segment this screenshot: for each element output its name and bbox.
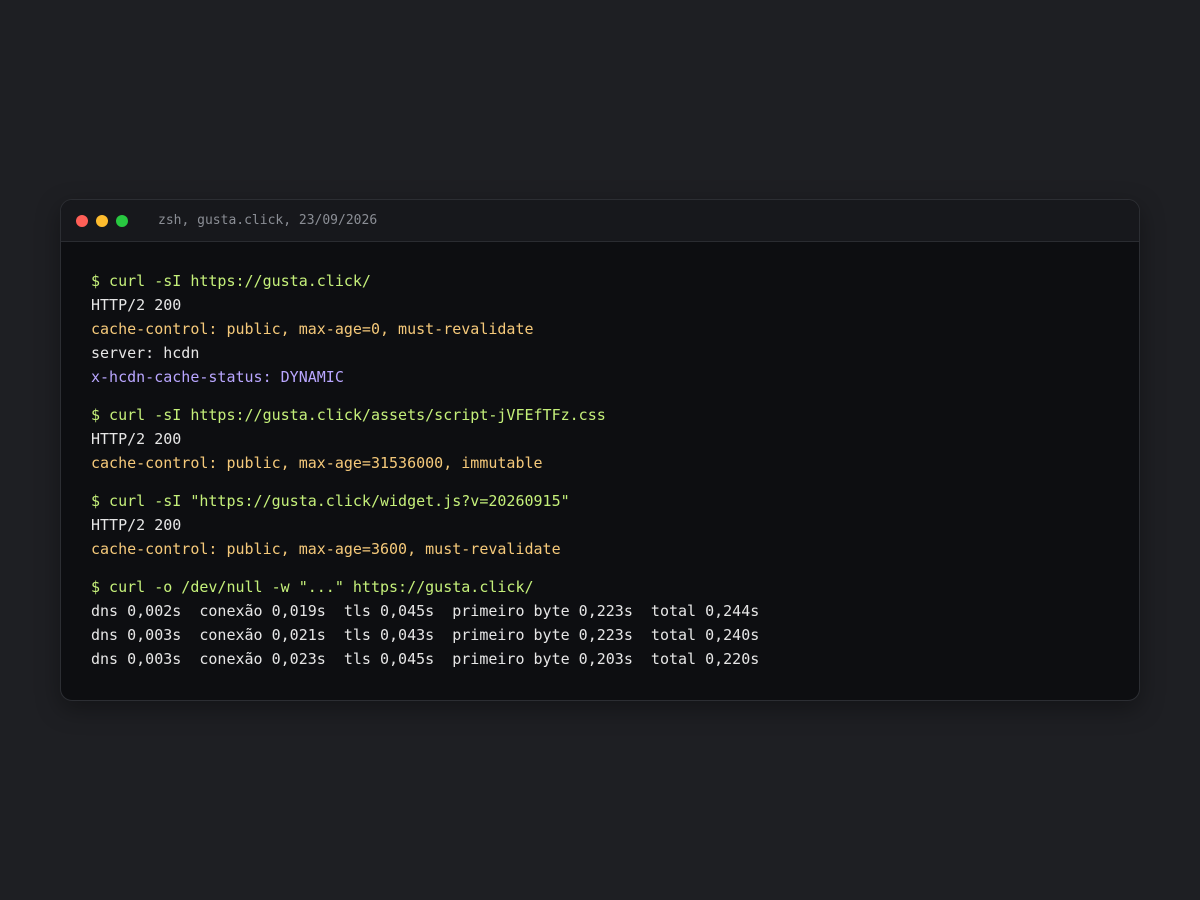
command-line: $ curl -sI https://gusta.click/assets/sc… bbox=[91, 406, 606, 424]
zoom-button[interactable] bbox=[116, 214, 128, 227]
close-button[interactable] bbox=[76, 214, 88, 227]
output-line: cache-control: public, max-age=3600, mus… bbox=[91, 540, 561, 558]
output-line: HTTP/2 200 bbox=[91, 430, 182, 448]
output-block: $ curl -o /dev/null -w "..." https://gus… bbox=[91, 575, 1109, 671]
output-line: dns 0,002s conexão 0,019s tls 0,045s pri… bbox=[91, 602, 760, 620]
title-bar: zsh, gusta.click, 23/09/2026 bbox=[61, 200, 1139, 242]
command-line: $ curl -sI https://gusta.click/ bbox=[91, 272, 371, 290]
window-title: zsh, gusta.click, 23/09/2026 bbox=[158, 213, 378, 228]
terminal-window: zsh, gusta.click, 23/09/2026 $ curl -sI … bbox=[60, 199, 1140, 701]
output-line: dns 0,003s conexão 0,021s tls 0,043s pri… bbox=[91, 626, 760, 644]
output-block: $ curl -sI https://gusta.click/assets/sc… bbox=[91, 403, 1109, 475]
output-line: dns 0,003s conexão 0,023s tls 0,045s pri… bbox=[91, 650, 760, 668]
output-line: server: hcdn bbox=[91, 344, 200, 362]
output-line: x-hcdn-cache-status: DYNAMIC bbox=[91, 368, 344, 386]
minimize-button[interactable] bbox=[96, 214, 108, 227]
output-block: $ curl -sI "https://gusta.click/widget.j… bbox=[91, 489, 1109, 561]
command-line: $ curl -sI "https://gusta.click/widget.j… bbox=[91, 492, 570, 510]
output-block: $ curl -sI https://gusta.click/HTTP/2 20… bbox=[91, 269, 1109, 389]
command-line: $ curl -o /dev/null -w "..." https://gus… bbox=[91, 578, 534, 596]
output-line: cache-control: public, max-age=0, must-r… bbox=[91, 320, 534, 338]
output-line: HTTP/2 200 bbox=[91, 296, 182, 314]
output-line: HTTP/2 200 bbox=[91, 516, 182, 534]
window-controls bbox=[76, 214, 128, 227]
terminal-output[interactable]: $ curl -sI https://gusta.click/HTTP/2 20… bbox=[61, 242, 1139, 671]
output-line: cache-control: public, max-age=31536000,… bbox=[91, 454, 543, 472]
